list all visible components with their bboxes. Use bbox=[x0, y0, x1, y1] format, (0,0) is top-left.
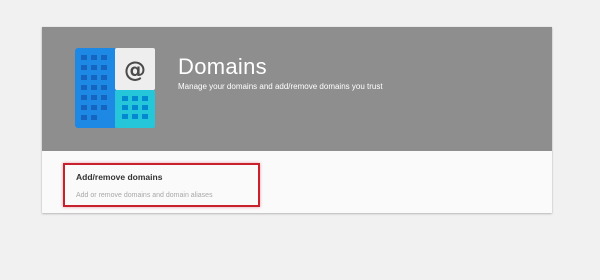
setting-title: Add/remove domains bbox=[76, 172, 163, 182]
domains-card: @ Domains Manage your domains and add/re… bbox=[42, 27, 552, 213]
setting-description: Add or remove domains and domain aliases bbox=[76, 192, 213, 199]
settings-list: Add/remove domains Add or remove domains… bbox=[42, 151, 552, 213]
svg-text:@: @ bbox=[124, 58, 146, 83]
add-remove-domains-item[interactable]: Add/remove domains Add or remove domains… bbox=[63, 163, 260, 207]
page-title: Domains bbox=[178, 54, 267, 79]
domains-header: @ Domains Manage your domains and add/re… bbox=[42, 27, 552, 151]
domains-building-at-icon: @ bbox=[75, 48, 155, 128]
page-subtitle: Manage your domains and add/remove domai… bbox=[178, 82, 383, 91]
